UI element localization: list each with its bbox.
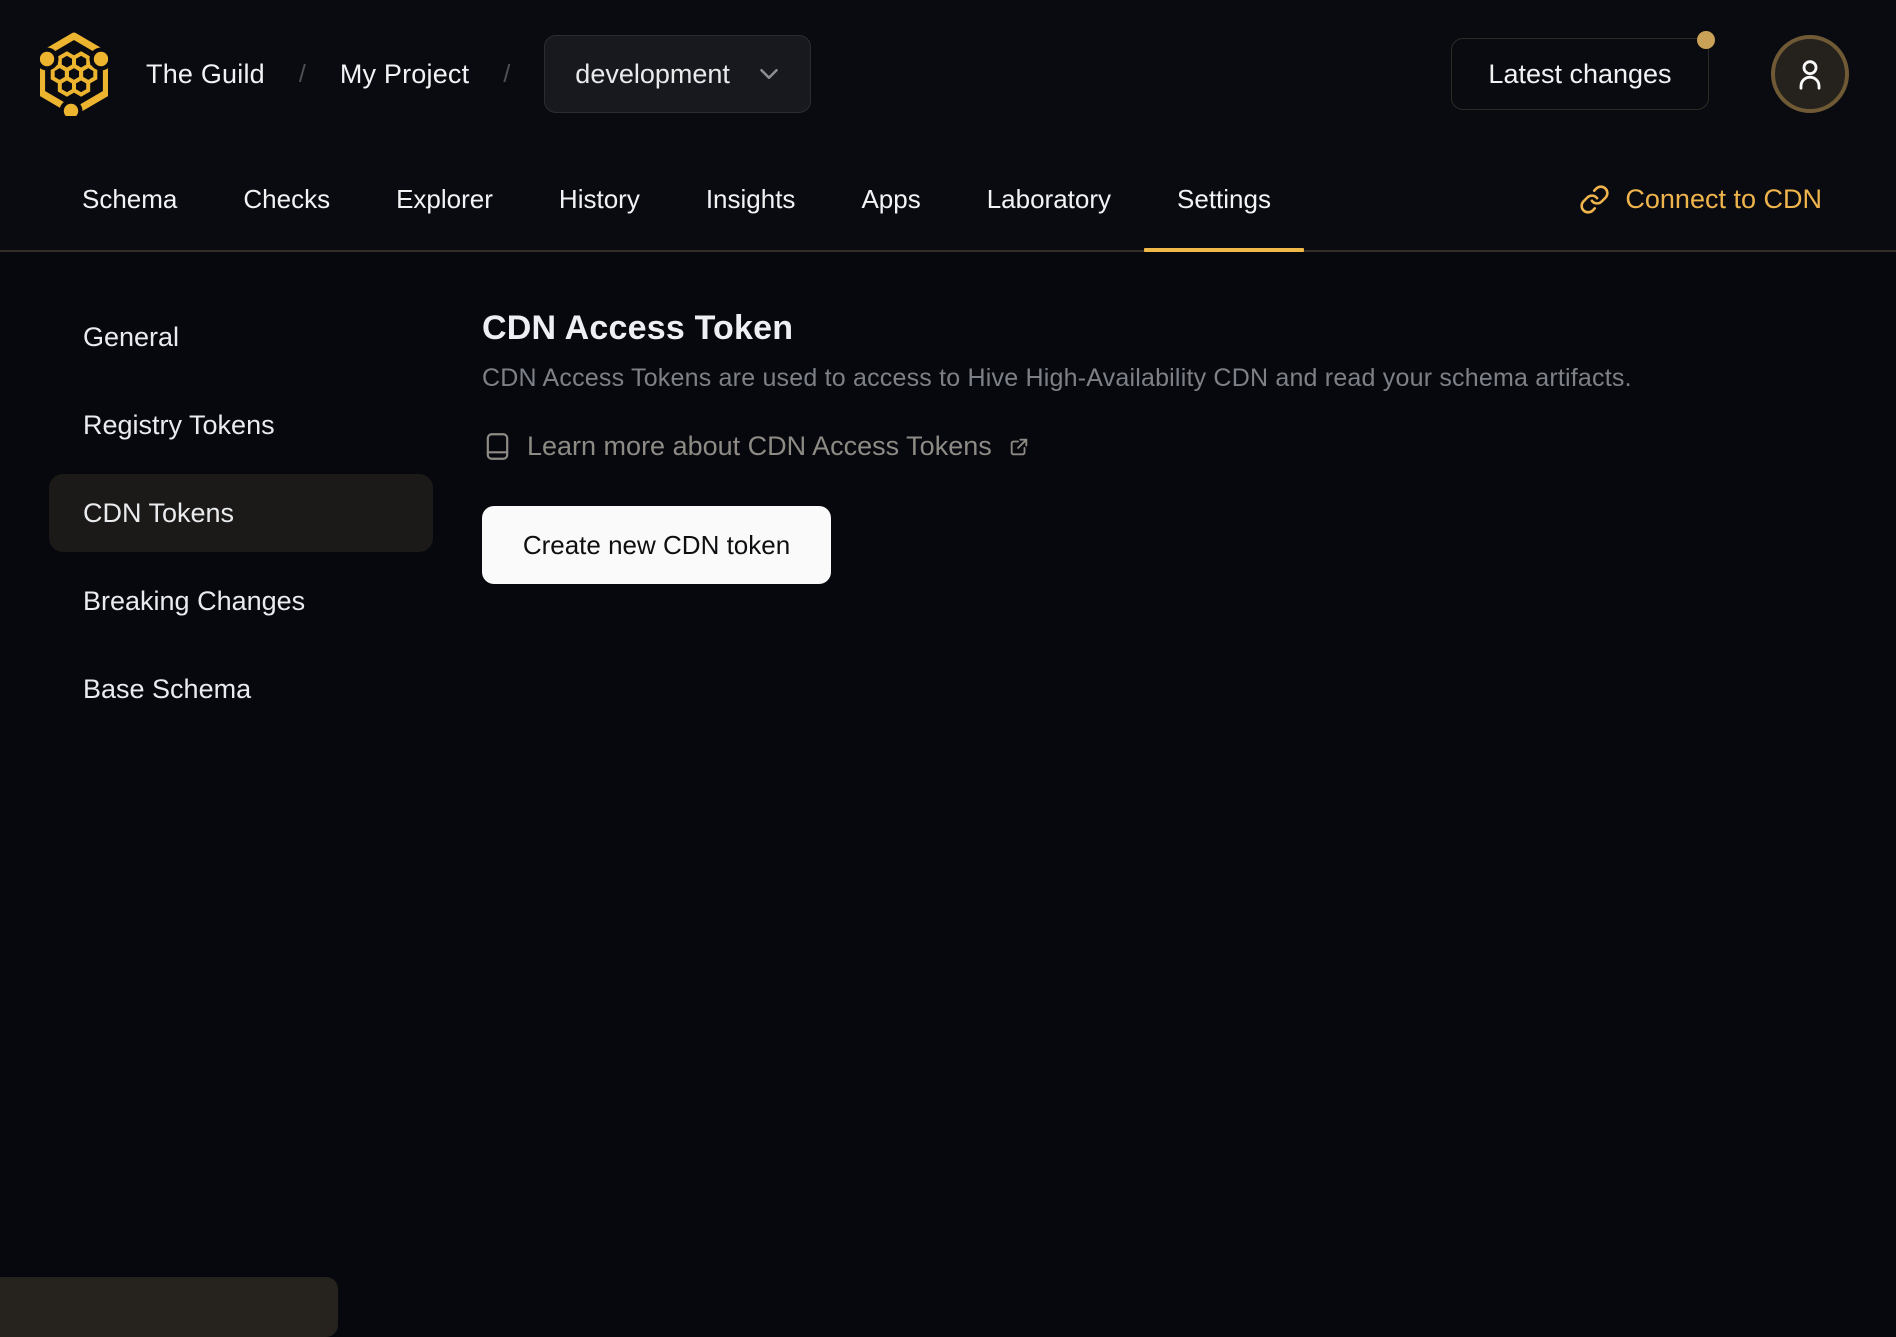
sidebar-item-base-schema[interactable]: Base Schema: [49, 650, 433, 728]
header: The Guild / My Project / development Lat…: [0, 0, 1896, 148]
target-select-value: development: [575, 58, 730, 89]
tab-apps[interactable]: Apps: [828, 148, 953, 250]
target-select[interactable]: development: [544, 35, 811, 113]
sidebar-item-general[interactable]: General: [49, 298, 433, 376]
hive-logo[interactable]: [40, 32, 108, 116]
learn-more-link[interactable]: Learn more about CDN Access Tokens: [482, 431, 1632, 462]
page-description: CDN Access Tokens are used to access to …: [482, 364, 1632, 392]
notification-dot: [1697, 31, 1715, 49]
tab-laboratory[interactable]: Laboratory: [954, 148, 1144, 250]
sidebar-item-cdn-tokens[interactable]: CDN Tokens: [49, 474, 433, 552]
main-content: CDN Access Token CDN Access Tokens are u…: [433, 252, 1632, 584]
breadcrumb-separator: /: [298, 59, 306, 88]
create-cdn-token-button[interactable]: Create new CDN token: [482, 506, 831, 584]
user-icon: [1799, 60, 1821, 90]
breadcrumb-separator: /: [503, 59, 511, 88]
settings-sidebar: General Registry Tokens CDN Tokens Break…: [49, 252, 433, 738]
latest-changes-button[interactable]: Latest changes: [1451, 31, 1715, 110]
tab-settings[interactable]: Settings: [1144, 148, 1304, 252]
header-right: Latest changes: [1451, 31, 1849, 113]
external-link-icon: [1010, 438, 1027, 455]
link-icon: [1580, 184, 1609, 214]
sidebar-item-breaking-changes[interactable]: Breaking Changes: [49, 562, 433, 640]
breadcrumb-project[interactable]: My Project: [340, 59, 470, 90]
book-icon: [486, 433, 509, 460]
bottom-dock-partial[interactable]: [0, 1277, 338, 1337]
connect-to-cdn-link[interactable]: Connect to CDN: [1579, 148, 1822, 250]
learn-more-label: Learn more about CDN Access Tokens: [527, 431, 992, 461]
tab-explorer[interactable]: Explorer: [363, 148, 526, 250]
page-body: General Registry Tokens CDN Tokens Break…: [0, 252, 1896, 738]
user-menu-button[interactable]: [1771, 35, 1849, 113]
sidebar-item-registry-tokens[interactable]: Registry Tokens: [49, 386, 433, 464]
tab-checks[interactable]: Checks: [210, 148, 363, 250]
chevron-down-icon: [760, 69, 778, 79]
breadcrumb-org[interactable]: The Guild: [146, 59, 265, 90]
top-chrome: The Guild / My Project / development Lat…: [0, 0, 1896, 252]
tab-history[interactable]: History: [526, 148, 673, 250]
tab-insights[interactable]: Insights: [673, 148, 829, 250]
latest-changes-label: Latest changes: [1488, 58, 1672, 89]
tab-schema[interactable]: Schema: [49, 148, 210, 250]
breadcrumb: The Guild / My Project / development: [146, 35, 811, 113]
tab-bar: Schema Checks Explorer History Insights …: [0, 148, 1896, 252]
connect-to-cdn-label: Connect to CDN: [1625, 183, 1822, 214]
page-title: CDN Access Token: [482, 309, 794, 347]
